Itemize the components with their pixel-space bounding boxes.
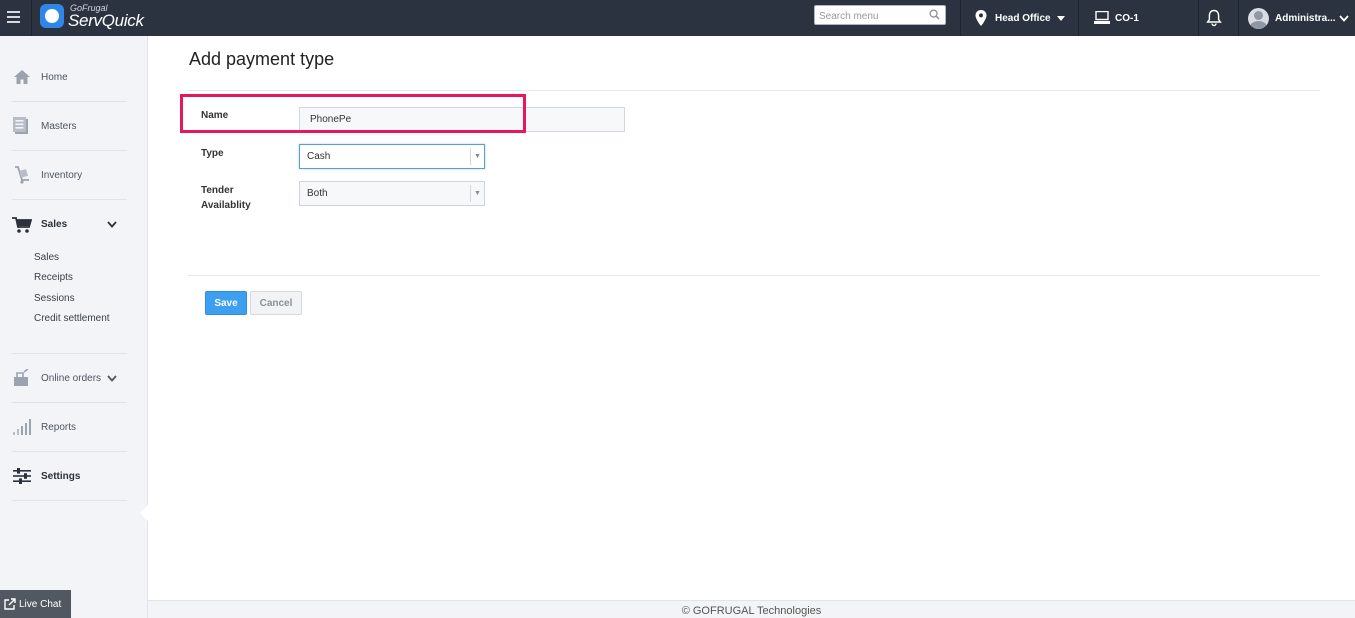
user-menu[interactable]: Administra...: [1248, 0, 1349, 36]
form-divider: [188, 275, 1320, 276]
logo-main-text: ServQuick: [68, 11, 144, 30]
location-label: Head Office: [995, 12, 1051, 24]
hamburger-icon[interactable]: [0, 0, 32, 36]
page-title: Add payment type: [189, 49, 335, 69]
nav-separator: [1198, 0, 1199, 36]
sidebar-item-label: Home: [41, 71, 68, 83]
type-label: Type: [201, 148, 224, 159]
tender-selected-value: Both: [307, 188, 328, 199]
sidebar-subitem-sales[interactable]: Sales: [34, 252, 59, 263]
type-select[interactable]: Cash ▼: [299, 144, 485, 169]
sidebar-subitem-receipts[interactable]: Receipts: [34, 272, 73, 283]
type-selected-value: Cash: [307, 151, 331, 162]
chevron-down-icon: [107, 374, 117, 382]
footer: © GOFRUGAL Technologies: [148, 600, 1355, 618]
chevron-down-icon: [1056, 15, 1065, 21]
nav-separator: [1238, 0, 1239, 36]
terminal-label: CO-1: [1115, 12, 1139, 24]
nav-separator: [1078, 0, 1079, 36]
sidebar-item-masters[interactable]: Masters: [12, 102, 127, 151]
tender-label: Tender Availablity: [201, 183, 251, 213]
sidebar-subitem-sessions[interactable]: Sessions: [34, 293, 75, 304]
chevron-down-icon: [107, 221, 117, 228]
sidebar-item-sales[interactable]: Sales: [12, 200, 127, 249]
avatar: [1248, 7, 1269, 29]
reports-icon: [12, 418, 32, 436]
logo-badge-icon: [40, 4, 64, 28]
location-pin-icon: [975, 10, 987, 26]
sidebar-item-reports[interactable]: Reports: [12, 403, 127, 452]
terminal-icon: [1094, 11, 1110, 24]
app-logo[interactable]: GoFrugal ServQuick: [40, 3, 145, 33]
save-button[interactable]: Save: [205, 291, 247, 315]
tender-label-line2: Availablity: [201, 200, 251, 211]
bell-icon[interactable]: [1206, 9, 1222, 27]
sidebar-item-label: Sales: [41, 219, 68, 230]
live-chat-button[interactable]: Live Chat: [0, 590, 71, 618]
nav-separator: [960, 0, 961, 36]
search-menu[interactable]: [814, 5, 946, 26]
sidebar-item-settings[interactable]: Settings: [12, 452, 127, 501]
cart-icon: [12, 216, 32, 234]
sidebar-item-label: Masters: [41, 120, 77, 132]
search-input[interactable]: [815, 7, 925, 26]
sidebar-item-label: Settings: [41, 470, 81, 482]
sidebar-subitem-credit-settlement[interactable]: Credit settlement: [34, 313, 110, 324]
settings-icon: [12, 467, 32, 485]
cancel-button[interactable]: Cancel: [250, 291, 302, 315]
home-icon: [12, 68, 32, 86]
search-icon[interactable]: [929, 9, 940, 20]
highlight-box: [180, 94, 526, 133]
sidebar-item-inventory[interactable]: Inventory: [12, 151, 127, 200]
inventory-icon: [12, 166, 32, 184]
tender-label-line1: Tender: [201, 185, 234, 196]
masters-icon: [12, 117, 32, 135]
user-name: Administra...: [1275, 12, 1336, 24]
sidebar: Home Masters Inventory Sales Sales Recei…: [0, 36, 149, 618]
online-orders-icon: [12, 369, 32, 387]
location-selector[interactable]: Head Office: [975, 0, 1065, 36]
sidebar-item-label: Reports: [41, 421, 77, 433]
sidebar-item-home[interactable]: Home: [12, 53, 127, 102]
sidebar-item-label: Online orders: [41, 372, 102, 384]
live-chat-label: Live Chat: [19, 598, 62, 610]
tender-availability-select[interactable]: Both ▼: [299, 181, 485, 206]
footer-text: © GOFRUGAL Technologies: [681, 605, 822, 617]
terminal-selector[interactable]: CO-1: [1094, 0, 1139, 36]
top-bar: GoFrugal ServQuick Head Office CO-1 Admi…: [0, 0, 1355, 36]
title-divider: [188, 90, 1320, 91]
dropdown-arrow-icon[interactable]: ▼: [470, 148, 484, 165]
sidebar-item-label: Inventory: [41, 169, 83, 181]
sidebar-item-online-orders[interactable]: Online orders: [12, 354, 127, 403]
dropdown-arrow-icon[interactable]: ▼: [470, 185, 484, 202]
external-link-icon: [4, 598, 16, 610]
chevron-down-icon: [1338, 14, 1349, 22]
active-indicator: [140, 504, 149, 522]
